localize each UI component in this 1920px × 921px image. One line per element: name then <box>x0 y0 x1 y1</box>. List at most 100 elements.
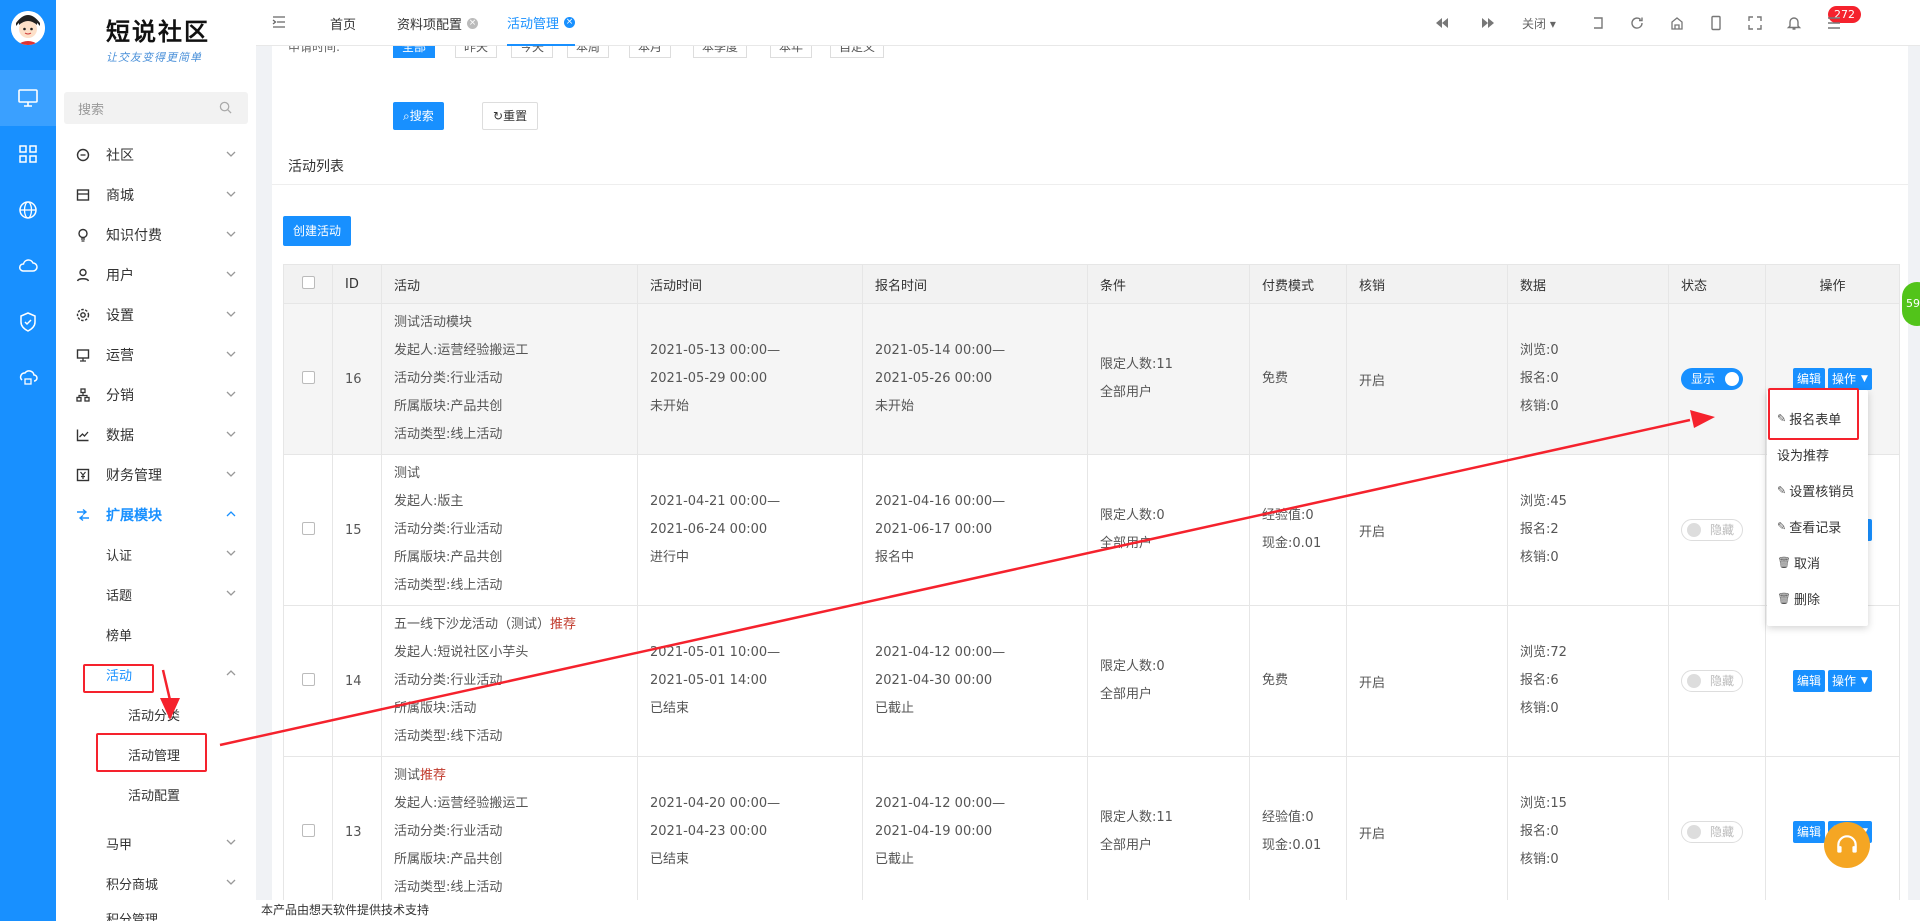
sidebar-sub-points-manage[interactable]: 积分管理 <box>56 898 256 921</box>
operations-label: 操作 <box>1832 372 1857 386</box>
forward-icon[interactable] <box>1480 15 1496 31</box>
sidebar-sub-activity[interactable]: 活动 <box>56 654 256 694</box>
sidebar-sub-activity-config[interactable]: 活动配置 <box>56 774 256 814</box>
reset-button[interactable]: ↻重置 <box>482 102 539 130</box>
filter-chip-quarter[interactable]: 本季度 <box>693 46 748 58</box>
filter-chip-yesterday[interactable]: 昨天 <box>455 46 498 58</box>
pay-cell: 免费 <box>1249 303 1347 455</box>
grid-icon[interactable] <box>0 126 56 182</box>
activity-name: 测试活动模块 <box>394 309 625 337</box>
sidebar-item-data[interactable]: 数据 <box>56 415 256 455</box>
customer-support-button[interactable] <box>1824 822 1870 868</box>
create-activity-button[interactable]: 创建活动 <box>283 216 352 246</box>
close-tabs-label: 关闭 <box>1522 17 1547 31</box>
filter-chip-custom[interactable]: 自定义 <box>830 46 885 58</box>
status-toggle[interactable]: 显示 <box>1681 368 1743 390</box>
tab-profile-config[interactable]: 资料项配置 × <box>397 0 479 46</box>
filter-chip-today[interactable]: 今天 <box>511 46 554 58</box>
signup-end: 2021-04-19 00:00 <box>875 824 993 839</box>
cloud-icon[interactable] <box>0 238 56 294</box>
sidebar-sub-activity-manage[interactable]: 活动管理 <box>56 734 256 774</box>
menu-item-label: 取消 <box>1793 556 1820 572</box>
sidebar-sub-auth[interactable]: 认证 <box>56 534 256 574</box>
mobile-icon[interactable] <box>1708 15 1724 31</box>
bell-icon[interactable] <box>1786 15 1802 31</box>
filter-chip-month[interactable]: 本月 <box>629 46 672 58</box>
chevron-down-icon <box>226 391 236 397</box>
sidebar-item-extensions[interactable]: 扩展模块 <box>56 495 256 535</box>
search-icon <box>219 101 232 114</box>
sidebar-sub-points-mall[interactable]: 积分商城 <box>56 863 256 903</box>
sidebar-search-input[interactable]: 搜索 <box>64 92 248 124</box>
activity-table: ID 活动 活动时间 报名时间 条件 付费模式 核销 数据 状态 操作 16 测… <box>283 264 1900 908</box>
activity-type: 活动类型:线上活动 <box>394 880 503 895</box>
shield-icon[interactable] <box>0 294 56 350</box>
sidebar-item-operations[interactable]: 运营 <box>56 335 256 375</box>
edit-button[interactable]: 编辑 <box>1793 670 1826 692</box>
signup-time-cell: 2021-04-12 00:00— 2021-04-19 00:00 已截止 <box>862 756 1088 908</box>
sidebar-item-finance[interactable]: 财务管理 <box>56 455 256 495</box>
time-status: 进行中 <box>650 550 690 565</box>
menu-item-set-recommend[interactable]: 设为推荐 <box>1777 444 1829 464</box>
edit-button[interactable]: 编辑 <box>1793 368 1826 390</box>
sidebar-item-label: 活动管理 <box>128 748 181 764</box>
tab-home[interactable]: 首页 <box>330 0 356 46</box>
return-icon[interactable] <box>1590 15 1606 31</box>
menu-item-set-verifier[interactable]: ✎ 设置核销员 <box>1777 480 1854 500</box>
clear-cache-icon[interactable] <box>1669 15 1685 31</box>
floating-edge-badge[interactable]: 59 <box>1902 282 1920 326</box>
sidebar-item-distribution[interactable]: 分销 <box>56 375 256 415</box>
close-icon[interactable]: × <box>467 17 479 29</box>
rewind-icon[interactable] <box>1434 15 1450 31</box>
sidebar-sub-topics[interactable]: 话题 <box>56 574 256 614</box>
filter-chip-week[interactable]: 本周 <box>567 46 610 58</box>
menu-item-cancel[interactable]: 🗑 取消 <box>1777 552 1820 572</box>
sidebar-item-knowledge[interactable]: 知识付费 <box>56 215 256 255</box>
menu-collapse-icon[interactable] <box>272 15 286 29</box>
row-checkbox[interactable] <box>301 370 315 384</box>
close-icon[interactable]: × <box>564 16 576 28</box>
time-start: 2021-05-13 00:00— <box>650 343 781 358</box>
select-all-checkbox[interactable] <box>301 275 315 289</box>
signup-start: 2021-05-14 00:00— <box>875 343 1006 358</box>
sidebar-sub-vest[interactable]: 马甲 <box>56 823 256 863</box>
pay-cash: 现金:0.01 <box>1262 536 1322 551</box>
trash-icon: 🗑 <box>1777 555 1791 569</box>
fullscreen-icon[interactable] <box>1747 15 1763 31</box>
edit-button[interactable]: 编辑 <box>1793 821 1826 843</box>
menu-item-delete[interactable]: 🗑 删除 <box>1777 588 1820 608</box>
stats-cell: 浏览:72 报名:6 核销:0 <box>1507 605 1669 757</box>
filter-chip-all[interactable]: 全部 <box>393 46 436 58</box>
row-checkbox[interactable] <box>301 672 315 686</box>
sidebar-item-users[interactable]: 用户 <box>56 255 256 295</box>
chevron-down-icon <box>226 590 236 596</box>
close-tabs-dropdown[interactable]: 关闭 ▾ <box>1522 15 1556 32</box>
hamburger-icon[interactable] <box>1826 15 1842 31</box>
row-checkbox[interactable] <box>301 521 315 535</box>
operations-dropdown-button[interactable]: 操作 ▼ <box>1828 368 1872 390</box>
sidebar-sub-activity-category[interactable]: 活动分类 <box>56 694 256 734</box>
filter-chip-year[interactable]: 本年 <box>770 46 813 58</box>
status-toggle[interactable]: 隐藏 <box>1681 670 1743 692</box>
status-toggle[interactable]: 隐藏 <box>1681 821 1743 843</box>
cloud-sync-icon[interactable] <box>0 350 56 406</box>
condition-limit: 限定人数:11 <box>1100 810 1173 825</box>
avatar[interactable] <box>11 11 45 45</box>
globe-icon[interactable] <box>0 182 56 238</box>
monitor-icon[interactable] <box>0 70 56 126</box>
tab-activity-manage[interactable]: 活动管理 × <box>507 0 576 46</box>
sidebar-sub-rankings[interactable]: 榜单 <box>56 614 256 654</box>
sidebar-item-settings[interactable]: 设置 <box>56 295 256 335</box>
refresh-icon[interactable] <box>1629 15 1645 31</box>
operations-dropdown-button[interactable]: 操作 ▼ <box>1828 670 1872 692</box>
sidebar-item-label: 认证 <box>106 548 133 564</box>
row-checkbox[interactable] <box>301 823 315 837</box>
sidebar-item-mall[interactable]: 商城 <box>56 175 256 215</box>
menu-item-signup-form[interactable]: ✎ 报名表单 <box>1777 408 1841 428</box>
status-toggle[interactable]: 隐藏 <box>1681 519 1743 541</box>
verify-cell: 开启 <box>1346 454 1508 606</box>
search-button[interactable]: ⌕搜索 <box>393 102 444 130</box>
signup-time-cell: 2021-05-14 00:00— 2021-05-26 00:00 未开始 <box>862 303 1088 455</box>
sidebar-item-community[interactable]: 社区 <box>56 135 256 175</box>
menu-item-view-records[interactable]: ✎ 查看记录 <box>1777 516 1841 536</box>
